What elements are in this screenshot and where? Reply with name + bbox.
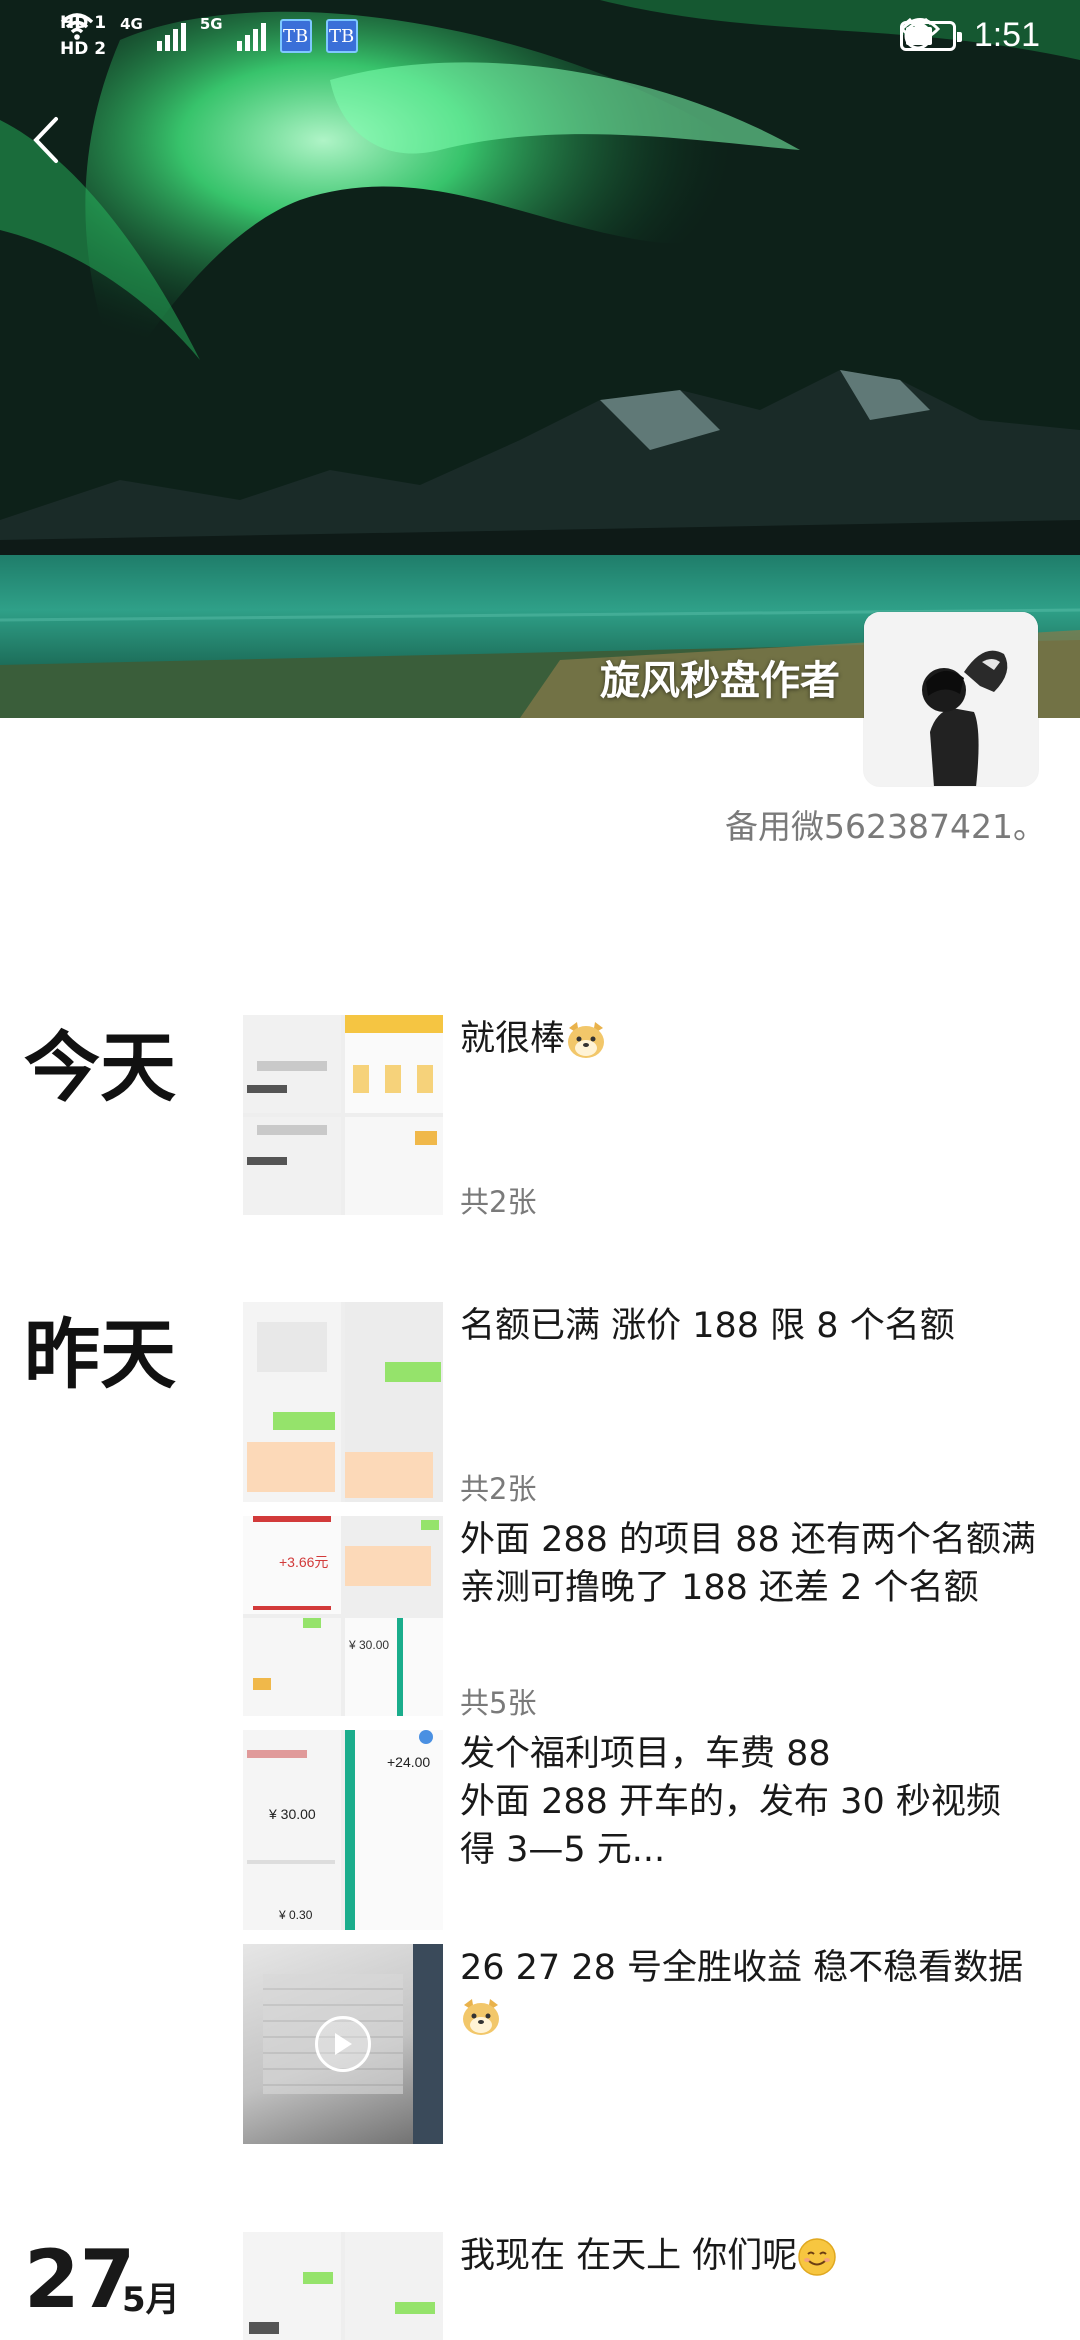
thumb-small-text: ¥ 30.00 [349,1638,390,1652]
post-text: 发个福利项目，车费 88 外面 288 开车的，发布 30 秒视频 得 3—5 … [460,1734,1001,1870]
wifi-icon [60,13,94,40]
back-button[interactable] [30,115,80,175]
cover-photo[interactable]: HD 1 HD 2 4G 5G TB TB 1:51 [0,0,1080,718]
taobao-notification-icon: TB [279,19,312,53]
post-text: 我现在 在天上 你们呢 [460,2232,1040,2280]
post-thumbnail[interactable]: +3.66元 ¥ 30.00 [243,1516,443,1716]
network-4g-label: 4G [120,15,143,33]
post-text-content: 26 27 28 号全胜收益 稳不稳看数据 [460,1948,1024,1988]
signal-icon [156,21,186,51]
post-thumbnail[interactable] [243,1015,443,1215]
avatar[interactable] [864,612,1038,786]
profile-signature: 备用微562387421。 [725,807,1046,846]
play-icon [335,2033,352,2055]
battery-icon [899,20,962,51]
thumb-amount-text-2: +24.00 [387,1754,431,1770]
date-label-yesterday: 昨天 [24,1310,176,1399]
post-text-content: 就很棒 [460,1019,566,1059]
taobao-notification-icon-2: TB [325,19,358,53]
smile-emoji-icon [798,2238,837,2276]
play-button[interactable] [315,2016,371,2072]
post-text: 名额已满 涨价 188 限 8 个名额 [460,1306,955,1346]
aurora-landscape-image [0,0,1080,718]
post-thumbnail[interactable] [243,1302,443,1502]
post-text: 外面 288 的项目 88 还有两个名额满 亲测可撸晚了 188 还差 2 个名… [460,1520,1036,1608]
post-thumbnail[interactable]: ¥ 30.00 ¥ 0.30 +24.00 [243,1730,443,1930]
post-text: 就很棒 [460,1015,1040,1063]
thumb-small-text: ¥ 0.30 [279,1908,313,1922]
date-label-month: 5月 [122,2280,180,2320]
date-label-today: 今天 [24,1023,176,1112]
network-5g-label: 5G [199,15,223,33]
chevron-left-icon [33,117,58,163]
status-bar: HD 1 HD 2 4G 5G TB TB 1:51 [0,0,1080,80]
dog-emoji-icon [463,1999,499,2035]
video-thumbnail[interactable] [243,1944,443,2144]
image-count: 共2张 [460,1185,537,1219]
image-count: 共2张 [460,1472,537,1506]
thumb-amount-text: +3.66元 [279,1554,329,1570]
post-text: 26 27 28 号全胜收益 稳不稳看数据 [460,1944,1040,2040]
signal-icon-2 [236,21,266,51]
image-count: 共5张 [460,1686,537,1720]
post-thumbnail[interactable] [243,2232,443,2340]
profile-nickname: 旋风秒盘作者 [600,658,840,704]
hd2-indicator: HD 2 [60,39,107,59]
post-text-content: 我现在 在天上 你们呢 [460,2236,798,2276]
avatar-image [864,612,1038,786]
clock: 1:51 [973,16,1040,54]
dog-emoji-icon [568,1022,605,1058]
thumb-amount-text: ¥ 30.00 [269,1806,316,1822]
date-label-day: 27 [24,2233,136,2326]
